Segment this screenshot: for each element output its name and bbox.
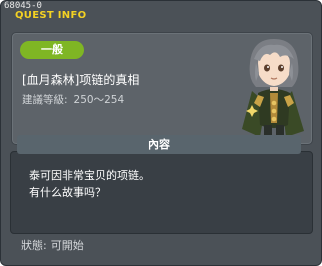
content-header: 內容: [17, 135, 301, 154]
category-tag: 一般: [20, 41, 84, 59]
quest-status: 狀態: 可開始: [21, 237, 88, 253]
window-title: QUEST INFO: [15, 10, 87, 21]
quest-info-window: 68045-0 QUEST INFO 一般 [血月森林]项链的真相 建議等級: 2…: [0, 0, 322, 266]
status-value: 可開始: [50, 239, 84, 252]
description-line: 泰可因非常宝贝的项链。: [29, 169, 150, 182]
title-bar[interactable]: 68045-0 QUEST INFO: [1, 1, 321, 23]
quest-name: [血月森林]项链的真相: [22, 73, 140, 87]
npc-character-icon: [242, 39, 304, 140]
quest-description: 泰可因非常宝贝的项链。 有什么故事吗？: [29, 167, 150, 201]
level-range: 250～254: [73, 94, 125, 106]
quest-summary-card: 一般 [血月森林]项链的真相 建議等級: 250～254: [11, 32, 313, 145]
content-header-label: 內容: [148, 138, 170, 151]
level-label: 建議等級:: [22, 94, 68, 106]
recommended-level: 建議等級: 250～254: [22, 92, 130, 107]
status-label: 狀態:: [21, 239, 47, 252]
description-line: 有什么故事吗？: [29, 186, 106, 199]
